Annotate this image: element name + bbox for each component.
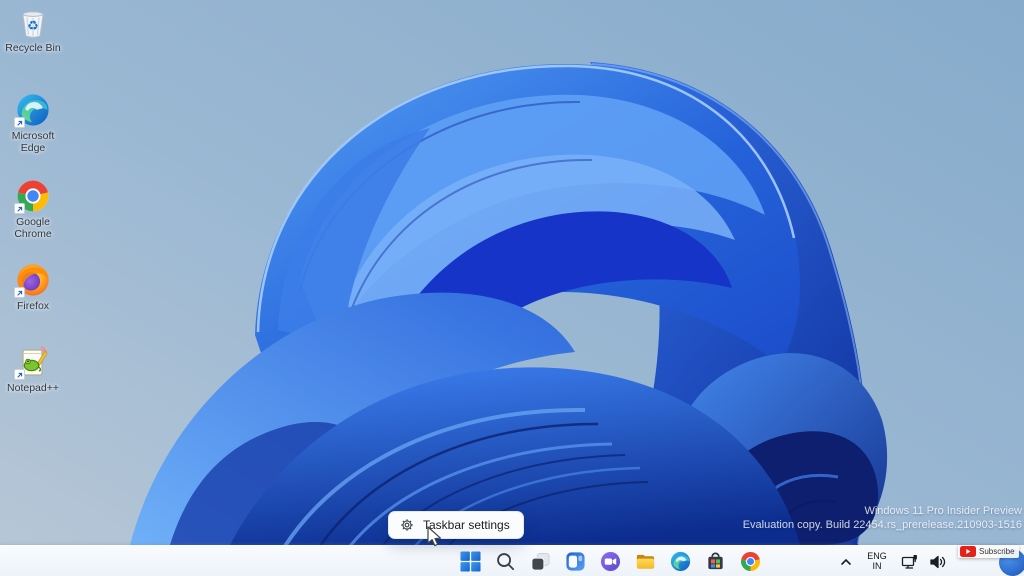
language-line-2: IN	[872, 560, 882, 571]
shortcut-arrow-icon	[14, 117, 25, 128]
windows-11-desktop: ♻ Recycle Bin Microsoft Edge Google Chro…	[0, 0, 1024, 576]
firefox-icon	[14, 262, 51, 298]
edge-button[interactable]	[668, 550, 692, 574]
taskbar: ENG IN	[0, 545, 1024, 576]
edge-icon	[14, 92, 51, 128]
taskbar-icon-group	[458, 546, 762, 576]
watermark-line-2: Evaluation copy. Build 22454.rs_prerelea…	[742, 518, 1022, 531]
subscribe-overlay[interactable]: Subscribe	[958, 545, 1019, 558]
desktop-icon-label: Recycle Bin	[5, 42, 61, 54]
taskbar-context-menu: Taskbar settings	[388, 511, 524, 539]
language-indicator[interactable]: ENG IN	[862, 551, 892, 572]
desktop-icon-recycle-bin[interactable]: ♻ Recycle Bin	[0, 4, 66, 54]
shortcut-arrow-icon	[14, 287, 25, 298]
watermark-line-1: Windows 11 Pro Insider Preview	[864, 505, 1022, 518]
widgets-button[interactable]	[563, 550, 587, 574]
desktop-icon-label: Google Chrome	[14, 216, 52, 241]
bloom-wallpaper	[0, 0, 1024, 576]
desktop-icon-notepad-plus-plus[interactable]: Notepad++	[0, 344, 66, 394]
hidden-icons-chevron[interactable]	[838, 554, 854, 570]
desktop-icon-label: Notepad++	[7, 382, 59, 394]
chat-button[interactable]	[598, 550, 622, 574]
system-tray: ENG IN	[838, 546, 948, 576]
desktop-icon-firefox[interactable]: Firefox	[0, 262, 66, 312]
svg-text:♻: ♻	[27, 18, 39, 33]
desktop-icon-label: Firefox	[16, 300, 50, 312]
chrome-button[interactable]	[738, 550, 762, 574]
desktop-icon-google-chrome[interactable]: Google Chrome	[0, 178, 66, 240]
start-button[interactable]	[458, 550, 482, 574]
shortcut-arrow-icon	[14, 369, 25, 380]
volume-icon[interactable]	[928, 552, 948, 572]
mouse-cursor	[424, 526, 444, 553]
notepad-plus-plus-icon	[14, 344, 51, 380]
desktop-icon-microsoft-edge[interactable]: Microsoft Edge	[0, 92, 66, 154]
insider-preview-watermark: Windows 11 Pro Insider Preview Evaluatio…	[743, 505, 1022, 532]
shortcut-arrow-icon	[14, 203, 25, 214]
subscribe-label: Subscribe	[979, 547, 1015, 556]
microsoft-store-button[interactable]	[703, 550, 727, 574]
file-explorer-button[interactable]	[633, 550, 657, 574]
desktop-icon-label: Microsoft Edge	[11, 130, 55, 155]
chrome-icon	[14, 178, 51, 214]
gear-icon	[400, 518, 414, 532]
task-view-button[interactable]	[528, 550, 552, 574]
youtube-play-icon	[960, 546, 976, 557]
search-button[interactable]	[493, 550, 517, 574]
network-icon[interactable]	[900, 552, 920, 572]
recycle-bin-icon: ♻	[15, 4, 51, 40]
